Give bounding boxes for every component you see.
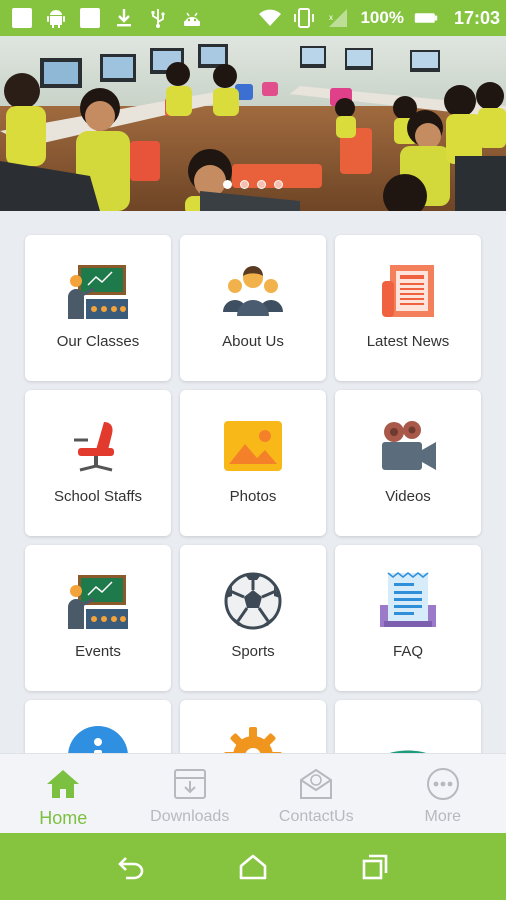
card-label: Photos [229,488,277,505]
more-icon [425,766,461,802]
signal-icon: x [326,6,350,30]
home-outline-icon [239,854,267,879]
wifi-icon: R [258,6,282,30]
card-label: Sports [231,643,275,660]
our-classes-card[interactable]: Our Classes [25,235,171,381]
nav-label: ContactUs [278,808,354,825]
vibrate-icon [292,6,316,30]
soccer-ball-icon [221,569,285,633]
slide-dot[interactable] [240,180,249,189]
latest-news-card[interactable]: Latest News [335,235,481,381]
classroom-icon [66,259,130,323]
svg-text:x: x [329,13,333,22]
nav-home[interactable]: Home [0,754,127,833]
back-icon [118,856,144,879]
card-label: School Staffs [53,488,143,505]
battery-icon [414,6,438,30]
card-label: Videos [385,488,431,505]
card-label: Latest News [366,333,450,350]
home-system-button[interactable] [233,847,273,887]
document-icon [376,569,440,633]
back-button[interactable] [111,847,151,887]
slide-indicators[interactable] [0,180,506,189]
nav-label: More [424,808,461,825]
clock: 17:03 [453,7,500,28]
card-label: FAQ [392,643,423,660]
about-us-card[interactable]: About Us [180,235,326,381]
status-bar: R x 100% 17:03 [0,0,506,36]
card-label: About Us [222,333,284,350]
bottom-navigation: Home Downloads ContactUs More [0,753,506,833]
events-card[interactable]: Events [25,545,171,691]
home-icon [45,766,81,802]
notification-icons [10,6,204,30]
group-icon [221,259,285,323]
svg-text:R: R [272,23,277,29]
nav-more[interactable]: More [380,754,506,833]
square-icon [78,6,102,30]
nav-contactus[interactable]: ContactUs [253,754,380,833]
card-label: Our Classes [56,333,140,350]
sports-card[interactable]: Sports [180,545,326,691]
android-icon [44,6,68,30]
videos-card[interactable]: Videos [335,390,481,536]
android-head-icon [180,6,204,30]
school-staffs-card[interactable]: School Staffs [25,390,171,536]
photo-icon [221,414,285,478]
slide-dot[interactable] [223,180,232,189]
chair-icon [66,414,130,478]
battery-percent: 100% [360,8,404,27]
card-label: Events [75,643,121,660]
nav-label: Home [39,808,88,828]
slide-dot[interactable] [274,180,283,189]
classroom-icon [66,569,130,633]
recents-icon [362,854,388,879]
square-icon [10,6,34,30]
contact-icon [298,766,334,802]
slide-dot[interactable] [257,180,266,189]
faq-card[interactable]: FAQ [335,545,481,691]
nav-downloads[interactable]: Downloads [127,754,254,833]
photos-card[interactable]: Photos [180,390,326,536]
usb-icon [146,6,170,30]
nav-label: Downloads [150,808,230,825]
system-navigation-bar [0,833,506,900]
video-camera-icon [376,414,440,478]
newspaper-icon [376,259,440,323]
hero-banner[interactable] [0,36,506,211]
download-box-icon [172,766,208,802]
download-icon [112,6,136,30]
system-status: R x 100% 17:03 [258,6,500,30]
recents-button[interactable] [355,847,395,887]
